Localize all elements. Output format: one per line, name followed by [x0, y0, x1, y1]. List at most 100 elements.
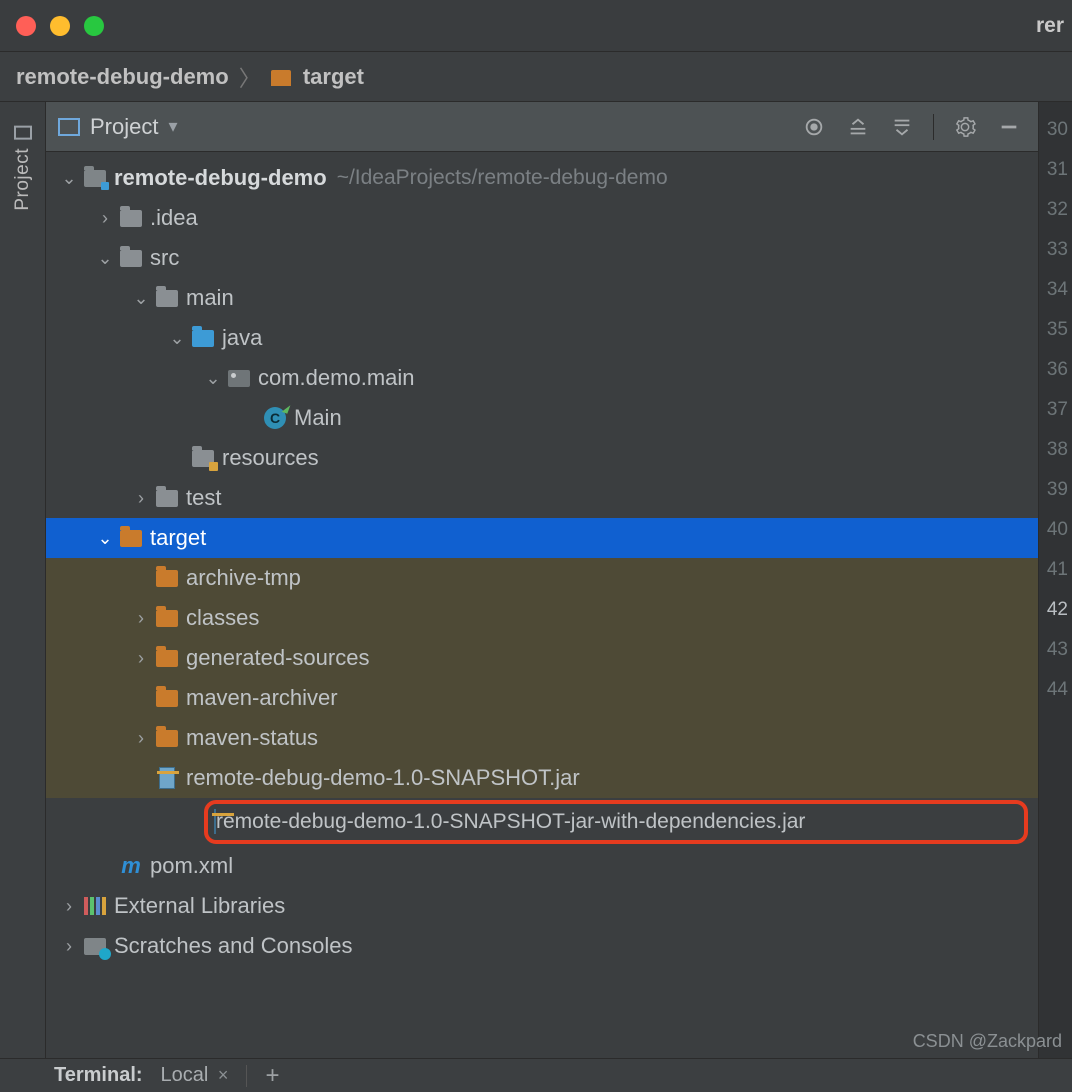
- editor-gutter: 303132333435363738394041424344: [1038, 102, 1072, 1058]
- excluded-folder-icon: [154, 650, 180, 667]
- folder-icon: [154, 290, 180, 307]
- line-number: 35: [1039, 310, 1072, 350]
- watermark: CSDN @Zackpard: [913, 1031, 1062, 1052]
- line-number: 36: [1039, 350, 1072, 390]
- module-icon: [82, 170, 108, 187]
- maven-icon: m: [118, 853, 144, 879]
- tree-item-archive-tmp[interactable]: · archive-tmp: [46, 558, 1038, 598]
- tree-item-package[interactable]: ⌄ com.demo.main: [46, 358, 1038, 398]
- tree-item-label: maven-archiver: [186, 685, 338, 711]
- tree-item-main[interactable]: ⌄ main: [46, 278, 1038, 318]
- excluded-folder-icon: [154, 570, 180, 587]
- terminal-label: Terminal:: [54, 1064, 143, 1087]
- chevron-down-icon[interactable]: ⌄: [164, 328, 190, 349]
- tree-item-idea[interactable]: › .idea: [46, 198, 1038, 238]
- line-number: 33: [1039, 230, 1072, 270]
- tree-item-label: archive-tmp: [186, 565, 301, 591]
- project-view-label: Project: [90, 114, 158, 140]
- toolbar-divider: [933, 114, 934, 140]
- chevron-right-icon[interactable]: ›: [92, 208, 118, 229]
- project-view-selector[interactable]: Project ▾: [90, 114, 178, 140]
- hide-panel-button[interactable]: [992, 110, 1026, 144]
- tree-item-label: generated-sources: [186, 645, 369, 671]
- line-number: 44: [1039, 670, 1072, 710]
- tree-item-label: main: [186, 285, 234, 311]
- tree-item-label: remote-debug-demo-1.0-SNAPSHOT.jar: [186, 765, 580, 791]
- select-opened-file-button[interactable]: [797, 110, 831, 144]
- excluded-folder-icon: [154, 730, 180, 747]
- breadcrumb-root[interactable]: remote-debug-demo: [16, 64, 229, 90]
- tree-item-label: test: [186, 485, 221, 511]
- line-number: 34: [1039, 270, 1072, 310]
- line-number: 32: [1039, 190, 1072, 230]
- chevron-down-icon[interactable]: ⌄: [200, 368, 226, 389]
- tree-item-label: pom.xml: [150, 853, 233, 879]
- tree-item-generated-sources[interactable]: › generated-sources: [46, 638, 1038, 678]
- tree-root-path: ~/IdeaProjects/remote-debug-demo: [337, 166, 668, 190]
- chevron-right-icon[interactable]: ›: [128, 608, 154, 629]
- package-icon: [226, 370, 252, 387]
- tree-item-label: target: [150, 525, 206, 551]
- workspace: Project Project ▾: [0, 102, 1072, 1058]
- tree-item-label: maven-status: [186, 725, 318, 751]
- chevron-right-icon[interactable]: ›: [128, 728, 154, 749]
- settings-button[interactable]: [948, 110, 982, 144]
- tree-item-target[interactable]: ⌄ target: [46, 518, 1038, 558]
- project-tool-tab-label: Project: [12, 148, 34, 211]
- project-tool-icon: [14, 126, 32, 140]
- chevron-down-icon[interactable]: ⌄: [128, 288, 154, 309]
- window-title: rer: [0, 14, 1072, 38]
- line-number: 40: [1039, 510, 1072, 550]
- tree-item-maven-archiver[interactable]: · maven-archiver: [46, 678, 1038, 718]
- folder-icon: [154, 490, 180, 507]
- line-number: 39: [1039, 470, 1072, 510]
- breadcrumb: remote-debug-demo 〉 target: [0, 52, 1072, 102]
- folder-icon: [118, 210, 144, 227]
- chevron-down-icon[interactable]: ⌄: [56, 168, 82, 189]
- project-tool-tab[interactable]: Project: [12, 126, 34, 211]
- close-tab-icon[interactable]: ×: [218, 1065, 229, 1085]
- chevron-down-icon[interactable]: ⌄: [92, 248, 118, 269]
- tree-item-jar2-highlighted[interactable]: remote-debug-demo-1.0-SNAPSHOT-jar-with-…: [46, 798, 1038, 846]
- tree-item-pom[interactable]: · m pom.xml: [46, 846, 1038, 886]
- tree-item-jar1[interactable]: · remote-debug-demo-1.0-SNAPSHOT.jar: [46, 758, 1038, 798]
- tree-item-classes[interactable]: › classes: [46, 598, 1038, 638]
- tree-item-test[interactable]: › test: [46, 478, 1038, 518]
- tree-item-resources[interactable]: · resources: [46, 438, 1038, 478]
- terminal-tab-local[interactable]: Local ×: [161, 1064, 229, 1087]
- collapse-all-button[interactable]: [885, 110, 919, 144]
- tree-item-label: remote-debug-demo-1.0-SNAPSHOT-jar-with-…: [216, 810, 805, 834]
- tab-separator: [246, 1065, 247, 1087]
- tree-item-src[interactable]: ⌄ src: [46, 238, 1038, 278]
- breadcrumb-target[interactable]: target: [271, 64, 364, 90]
- tree-item-main-class[interactable]: · C Main: [46, 398, 1038, 438]
- new-terminal-tab-button[interactable]: +: [265, 1062, 279, 1090]
- tree-item-label: .idea: [150, 205, 198, 231]
- terminal-tab-label: Local: [161, 1064, 209, 1086]
- chevron-right-icon[interactable]: ›: [128, 648, 154, 669]
- chevron-right-icon[interactable]: ›: [128, 488, 154, 509]
- folder-icon: [271, 70, 291, 86]
- chevron-right-icon[interactable]: ›: [56, 936, 82, 957]
- chevron-down-icon: ▾: [168, 116, 177, 137]
- excluded-folder-icon: [118, 530, 144, 547]
- line-number: 41: [1039, 550, 1072, 590]
- excluded-folder-icon: [154, 610, 180, 627]
- tree-item-java[interactable]: ⌄ java: [46, 318, 1038, 358]
- line-number: 42: [1039, 590, 1072, 630]
- chevron-right-icon[interactable]: ›: [56, 896, 82, 917]
- tree-root[interactable]: ⌄ remote-debug-demo ~/IdeaProjects/remot…: [46, 158, 1038, 198]
- macos-titlebar: rer: [0, 0, 1072, 52]
- tree-item-external-libraries[interactable]: › External Libraries: [46, 886, 1038, 926]
- tree-item-label: External Libraries: [114, 893, 285, 919]
- excluded-folder-icon: [154, 690, 180, 707]
- tree-item-maven-status[interactable]: › maven-status: [46, 718, 1038, 758]
- tree-item-scratches[interactable]: › Scratches and Consoles: [46, 926, 1038, 966]
- tree-item-label: classes: [186, 605, 259, 631]
- line-number: 30: [1039, 110, 1072, 150]
- chevron-down-icon[interactable]: ⌄: [92, 528, 118, 549]
- project-tree[interactable]: ⌄ remote-debug-demo ~/IdeaProjects/remot…: [46, 152, 1038, 1058]
- line-number: 37: [1039, 390, 1072, 430]
- expand-all-button[interactable]: [841, 110, 875, 144]
- libraries-icon: [82, 897, 108, 915]
